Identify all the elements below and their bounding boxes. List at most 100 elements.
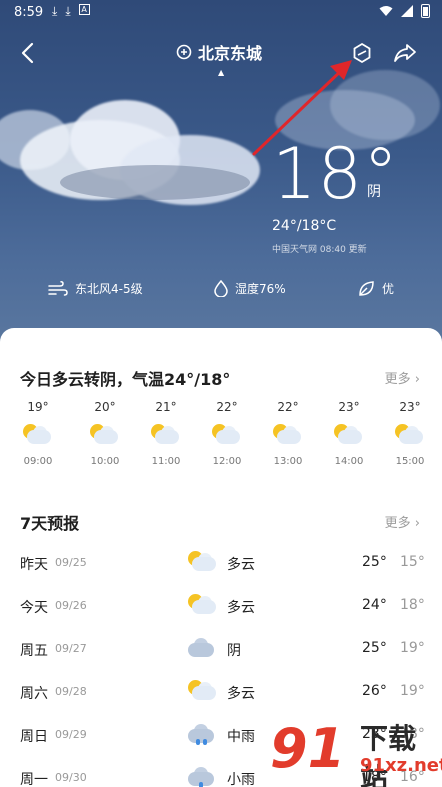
- day-date: 09/27: [55, 642, 87, 655]
- day-condition: 阴: [227, 643, 241, 659]
- status-left-icons: ⤓ ⤓ A: [52, 4, 90, 19]
- partly-cloudy-icon: [271, 424, 305, 448]
- day-high: 25°: [362, 640, 387, 656]
- cloud-shadow: [60, 165, 250, 200]
- hourly-temp: 23°: [399, 400, 421, 414]
- day-high: 24°: [362, 597, 387, 613]
- status-bar: 8:59 ⤓ ⤓ A: [0, 0, 442, 26]
- day-name: 周日: [20, 729, 48, 745]
- download-icon: ⤓: [52, 4, 58, 18]
- day-condition: 多云: [227, 557, 255, 573]
- day-condition: 多云: [227, 600, 255, 616]
- watermark-url: 91xz.net: [360, 755, 442, 776]
- day-high: 25°: [362, 554, 387, 570]
- partly-cloudy-icon: [393, 424, 427, 448]
- hourly-time: 12:00: [212, 456, 242, 467]
- humidity-text: 湿度76%: [235, 282, 286, 296]
- day-low: 15°: [400, 554, 425, 570]
- day-condition: 中雨: [227, 729, 255, 745]
- partly-cloudy-icon: [186, 551, 216, 573]
- weather-hero: 8:59 ⤓ ⤓ A 北京东城 ▲ 18° 阴 24°/18°C 中国天气网 0…: [0, 0, 442, 345]
- day-condition: 多云: [227, 686, 255, 702]
- partly-cloudy-icon: [210, 424, 244, 448]
- hourly-time: 11:00: [151, 456, 181, 467]
- more-label: 更多: [384, 516, 411, 531]
- day-low: 19°: [400, 683, 425, 699]
- day-date: 09/26: [55, 599, 87, 612]
- back-icon[interactable]: [16, 38, 40, 68]
- overcast-icon: [186, 637, 216, 659]
- daily-row[interactable]: 周五 09/27 阴 25° 19°: [0, 634, 442, 664]
- day-date: 09/29: [55, 728, 87, 741]
- day-date: 09/30: [55, 771, 87, 784]
- today-more-link[interactable]: 更多 ›: [385, 368, 420, 387]
- daily-row[interactable]: 周六 09/28 多云 26° 19°: [0, 677, 442, 707]
- hourly-temp: 23°: [338, 400, 360, 414]
- leaf-icon: [359, 281, 374, 296]
- day-low: 18°: [400, 597, 425, 613]
- site-watermark: 91 下载站 91xz.net: [270, 715, 442, 787]
- top-nav: 北京东城 ▲: [0, 38, 442, 77]
- battery-icon: [421, 4, 430, 18]
- weather-metrics: 东北风4-5级 湿度76% 优: [0, 280, 442, 304]
- day-name: 周一: [20, 772, 48, 787]
- air-quality-metric[interactable]: 优: [358, 280, 394, 297]
- hourly-item: 21° 11:00: [142, 400, 190, 467]
- seven-day-title: 7天预报: [20, 514, 80, 533]
- current-condition: 阴: [367, 184, 381, 200]
- status-time: 8:59: [14, 5, 44, 20]
- partly-cloudy-icon: [186, 680, 216, 702]
- wifi-icon: [379, 6, 393, 16]
- temperature-range: 24°/18°C: [272, 218, 337, 234]
- humidity-metric[interactable]: 湿度76%: [214, 280, 286, 297]
- day-condition: 小雨: [227, 772, 255, 787]
- day-name: 周六: [20, 686, 48, 702]
- partly-cloudy-icon: [21, 424, 55, 448]
- daily-row[interactable]: 昨天 09/25 多云 25° 15°: [0, 548, 442, 578]
- location-indicator-icon: ▲: [218, 68, 225, 77]
- hourly-time: 14:00: [334, 456, 364, 467]
- hourly-item: 23° 15:00: [386, 400, 434, 467]
- today-summary-title: 今日多云转阴，气温24°/18°: [20, 370, 231, 389]
- droplet-icon: [214, 280, 228, 297]
- watermark-number: 91: [270, 717, 346, 780]
- signal-icon: [401, 5, 413, 17]
- hourly-temp: 19°: [27, 400, 49, 414]
- hourly-forecast[interactable]: 19° 09:00 20° 10:00 21° 11:00 22° 12:00 …: [14, 400, 442, 480]
- wind-text: 东北风4-5级: [75, 282, 143, 296]
- partly-cloudy-icon: [88, 424, 122, 448]
- watermark-text: 下载站: [360, 722, 417, 787]
- chevron-right-icon: ›: [414, 372, 420, 387]
- hourly-item: 20° 10:00: [81, 400, 129, 467]
- wind-metric[interactable]: 东北风4-5级: [48, 280, 143, 297]
- hourly-temp: 21°: [155, 400, 177, 414]
- wind-icon: [48, 280, 68, 296]
- update-info: 中国天气网 08:40 更新: [272, 245, 367, 255]
- hourly-item: 22° 12:00: [203, 400, 251, 467]
- download-icon: ⤓: [65, 4, 71, 18]
- hourly-item: 22° 13:00: [264, 400, 312, 467]
- day-name: 昨天: [20, 557, 48, 573]
- day-high: 26°: [362, 683, 387, 699]
- hourly-time: 15:00: [395, 456, 425, 467]
- day-low: 19°: [400, 640, 425, 656]
- day-name: 今天: [20, 600, 48, 616]
- hourly-time: 10:00: [90, 456, 120, 467]
- partly-cloudy-icon: [332, 424, 366, 448]
- hourly-temp: 22°: [216, 400, 238, 414]
- hourly-item: 23° 14:00: [325, 400, 373, 467]
- hourly-temp: 22°: [277, 400, 299, 414]
- share-icon[interactable]: [392, 40, 418, 66]
- air-quality-text: 优: [382, 282, 395, 296]
- more-label: 更多: [384, 372, 411, 387]
- day-date: 09/25: [55, 556, 87, 569]
- rain-icon: [186, 723, 216, 745]
- chevron-right-icon: ›: [414, 516, 420, 531]
- status-right-icons: [379, 4, 430, 18]
- daily-row[interactable]: 今天 09/26 多云 24° 18°: [0, 591, 442, 621]
- week-more-link[interactable]: 更多 ›: [385, 512, 420, 531]
- rain-icon: [186, 766, 216, 787]
- day-date: 09/28: [55, 685, 87, 698]
- hourly-time: 09:00: [23, 456, 53, 467]
- hourly-item: 19° 09:00: [14, 400, 62, 467]
